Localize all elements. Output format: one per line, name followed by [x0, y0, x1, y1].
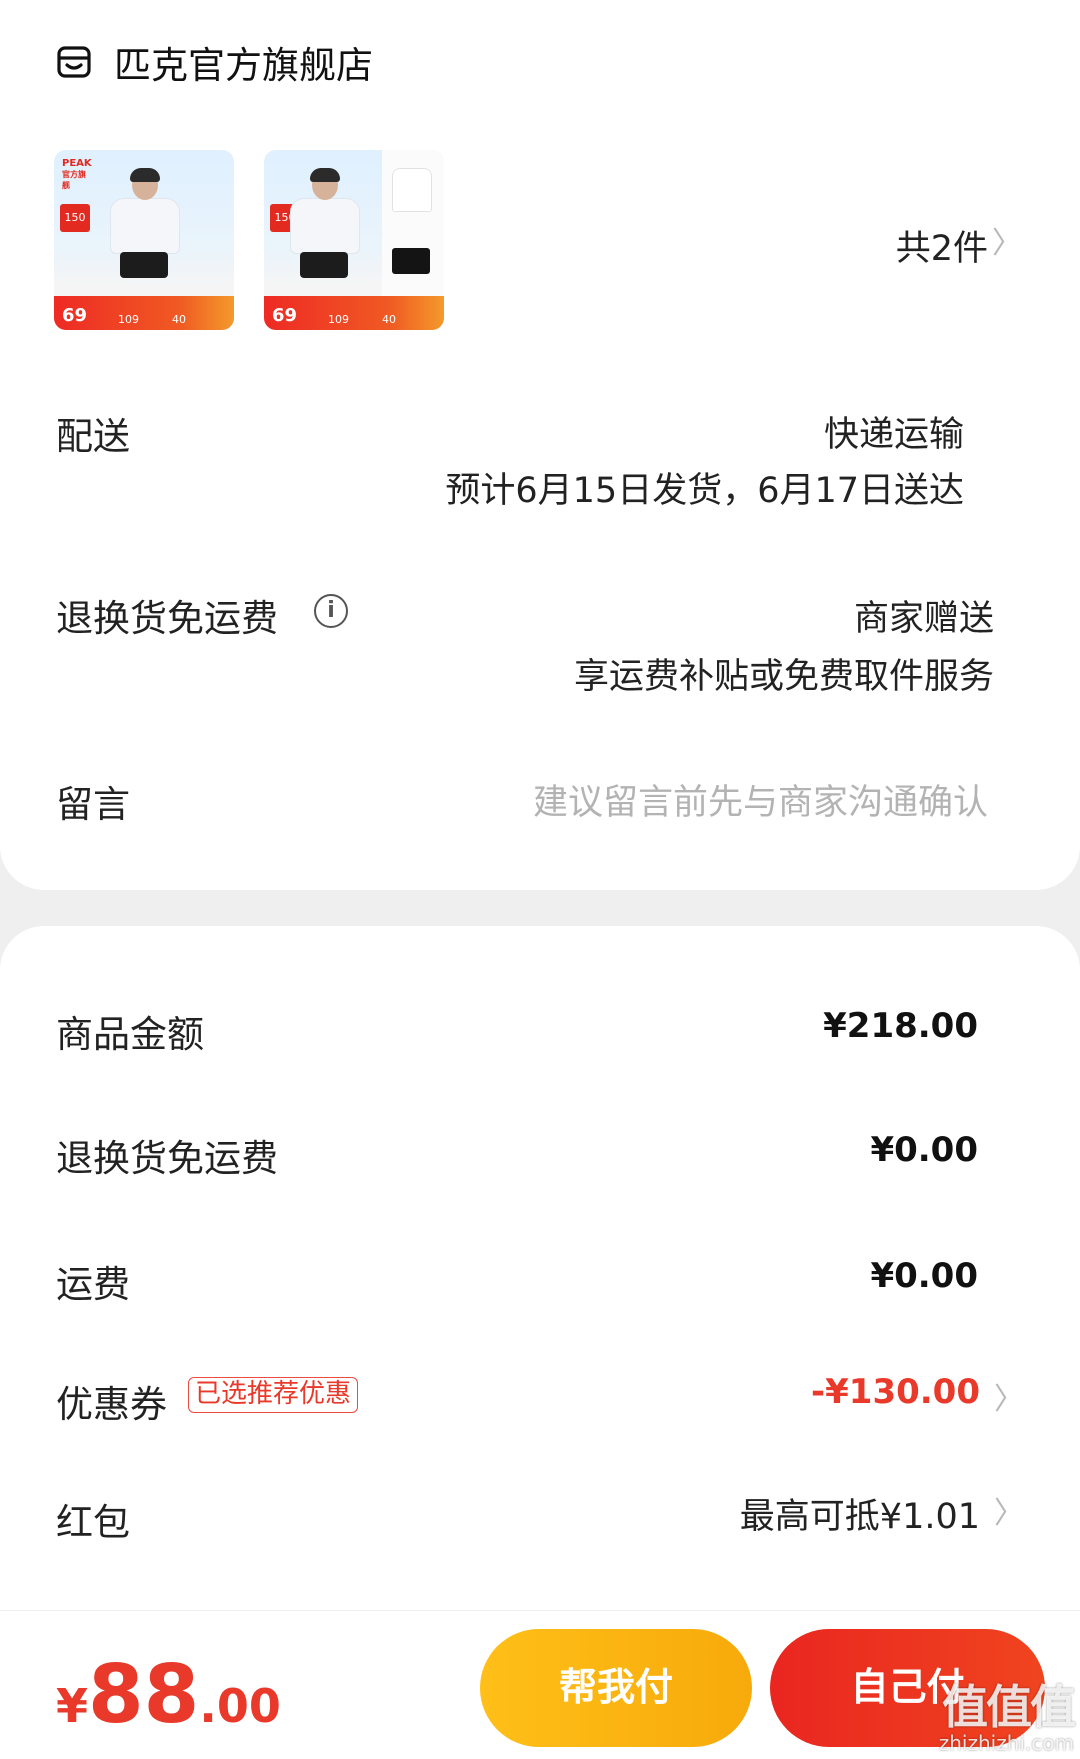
goods-amount-value: ¥218.00 — [823, 1006, 978, 1046]
goods-amount-label: 商品金额 — [56, 1013, 204, 1056]
product-model-image — [104, 168, 184, 290]
product-thumbnail[interactable]: 150 69 109 40 — [264, 150, 444, 330]
watermark: 值值值 zhizhizhi.com — [938, 1680, 1076, 1755]
return-shipping-value: 商家赠送 — [853, 599, 994, 639]
return-fee-label: 退换货免运费 — [56, 1137, 278, 1180]
shop-icon — [57, 46, 91, 78]
delivery-estimate: 预计6月15日发货，6月17日送达 — [445, 471, 964, 511]
product-flatlay — [382, 150, 444, 296]
shipping-label: 运费 — [56, 1263, 130, 1306]
coupon-recommended-badge: 已选推荐优惠 — [188, 1377, 359, 1413]
chevron-right-icon[interactable]: 〉 — [994, 1488, 1024, 1532]
item-count[interactable]: 共2件 — [896, 220, 988, 271]
price-band: 69 109 40 — [264, 296, 444, 330]
total-price: ¥88.00 — [56, 1648, 281, 1741]
price-band: 69 109 40 — [54, 296, 234, 330]
return-shipping-desc: 享运费补贴或免费取件服务 — [573, 657, 994, 697]
product-thumbnail[interactable]: PEAK 官方旗舰 150 69 109 40 — [54, 150, 234, 330]
brand-logo: PEAK 官方旗舰 — [62, 158, 92, 190]
order-info-card: 匹克官方旗舰店 PEAK 官方旗舰 150 69 109 40 150 69 1… — [0, 0, 1080, 890]
red-packet-value[interactable]: 最高可抵¥1.01 — [740, 1488, 980, 1539]
help-pay-button[interactable]: 帮我付 — [480, 1629, 752, 1747]
message-input[interactable]: 建议留言前先与商家沟通确认 — [533, 774, 988, 825]
return-fee-value: ¥0.00 — [870, 1130, 978, 1170]
delivery-label: 配送 — [56, 415, 130, 458]
promo-tag: 150 — [60, 204, 90, 232]
return-shipping-label: 退换货免运费 — [56, 597, 278, 640]
red-packet-label: 红包 — [56, 1501, 130, 1544]
checkout-bar: ¥88.00 帮我付 自己付 值值值 zhizhizhi.com — [0, 1610, 1080, 1759]
delivery-method[interactable]: 快递运输 — [824, 406, 964, 457]
chevron-right-icon[interactable]: 〉 — [992, 218, 1022, 262]
message-label: 留言 — [56, 783, 130, 826]
product-model-image — [284, 168, 364, 290]
shop-name: 匹克官方旗舰店 — [114, 44, 373, 87]
shop-header[interactable]: 匹克官方旗舰店 — [56, 34, 373, 90]
coupon-value[interactable]: -¥130.00 — [811, 1372, 980, 1412]
shipping-value: ¥0.00 — [870, 1256, 978, 1296]
chevron-right-icon[interactable]: 〉 — [994, 1374, 1024, 1418]
coupon-label: 优惠券 — [56, 1383, 167, 1426]
info-icon[interactable]: i — [314, 594, 348, 628]
